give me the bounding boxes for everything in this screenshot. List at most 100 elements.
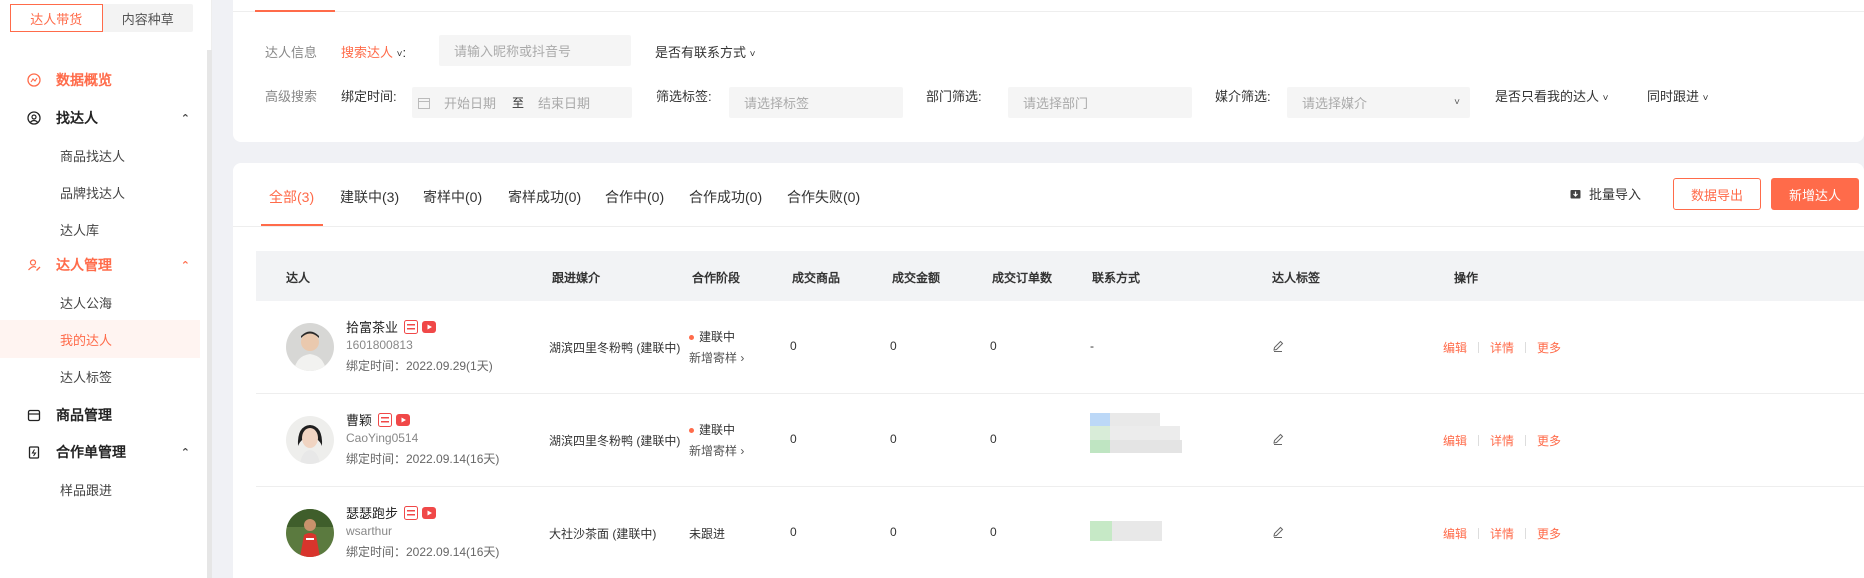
nav-label: 合作单管理	[56, 444, 126, 460]
more-button[interactable]: 更多	[1537, 525, 1561, 542]
nav-creator-management[interactable]: 达人管理 ⌃	[0, 246, 200, 284]
col-tags: 达人标签	[1272, 271, 1321, 285]
divider	[1525, 342, 1527, 353]
bind-time: 绑定时间：2022.09.14(16天)	[346, 545, 500, 559]
follow-media: 湖滨四里冬粉鸭 (建联中)	[549, 434, 681, 448]
media-select[interactable]: 请选择媒介 ˅	[1287, 87, 1470, 118]
tab-sample-success[interactable]: 寄样成功(0)	[508, 187, 581, 207]
nav-order-management[interactable]: 合作单管理 ⌃	[0, 433, 200, 471]
import-icon	[1570, 188, 1581, 199]
stage-label: 建联中	[699, 330, 736, 344]
platform-badge-icon	[378, 412, 393, 427]
media-select-placeholder: 请选择媒介	[1302, 96, 1368, 111]
chevron-down-icon: ˅	[1702, 93, 1709, 104]
platform-badge-icon	[404, 319, 419, 334]
add-sample-link[interactable]: 新增寄样 ›	[689, 349, 744, 366]
range-separator: 至	[512, 96, 525, 110]
tab-contacting[interactable]: 建联中(3)	[340, 187, 399, 207]
tab-all[interactable]: 全部(3)	[269, 187, 314, 207]
edit-button[interactable]: 编辑	[1443, 525, 1467, 542]
more-button[interactable]: 更多	[1537, 339, 1561, 356]
chevron-down-icon: ˅	[1602, 93, 1609, 104]
search-type-dropdown[interactable]: 搜索达人 ˅:	[341, 42, 406, 61]
avatar	[286, 416, 334, 464]
chevron-up-icon: ⌃	[180, 112, 190, 125]
divider	[1478, 435, 1480, 446]
contact-filter-dropdown[interactable]: 是否有联系方式 ˅	[655, 42, 755, 61]
import-label: 批量导入	[1589, 186, 1642, 202]
tab-coop-success[interactable]: 合作成功(0)	[689, 187, 762, 207]
creator-name[interactable]: 瑟瑟跑步	[346, 503, 398, 522]
creator-handle: CaoYing0514	[346, 431, 419, 445]
chevron-up-icon: ⌃	[180, 446, 190, 459]
mine-only-dropdown[interactable]: 是否只看我的达人 ˅	[1495, 86, 1608, 105]
nav-find-creator[interactable]: 找达人 ⌃	[0, 99, 200, 137]
contact-info-redacted	[1090, 413, 1182, 453]
tab-sampling[interactable]: 寄样中(0)	[423, 187, 482, 207]
detail-button[interactable]: 详情	[1490, 525, 1514, 542]
status-dot	[689, 428, 694, 434]
nav-data-overview[interactable]: 数据概览	[0, 61, 200, 99]
chevron-down-icon: ˅	[1454, 97, 1460, 108]
add-sample-link[interactable]: 新增寄样 ›	[689, 442, 744, 459]
deal-goods: 0	[790, 525, 797, 539]
edit-tag-icon[interactable]	[1271, 339, 1285, 353]
contact-filter-label: 是否有联系方式	[655, 45, 747, 60]
stage-label: 未跟进	[689, 527, 726, 541]
creator-search-input[interactable]: 请输入昵称或抖音号	[439, 35, 631, 66]
filter-panel	[233, 0, 1864, 142]
deal-goods: 0	[790, 432, 797, 446]
media-filter-label: 媒介筛选:	[1215, 89, 1271, 104]
row-actions: 编辑 详情 更多	[1443, 525, 1561, 542]
deal-orders: 0	[990, 432, 997, 446]
nav-item-sample-follow[interactable]: 样品跟进	[0, 470, 200, 508]
edit-button[interactable]: 编辑	[1443, 432, 1467, 449]
tab-live-commerce[interactable]: 达人带货	[10, 4, 103, 32]
nav-label: 商品管理	[56, 407, 112, 423]
more-button[interactable]: 更多	[1537, 432, 1561, 449]
nav-item-creator-library[interactable]: 达人库	[0, 210, 200, 248]
tab-cooperating[interactable]: 合作中(0)	[605, 187, 664, 207]
tab-coop-failed[interactable]: 合作失败(0)	[787, 187, 860, 207]
nav-product-management[interactable]: 商品管理	[0, 396, 200, 434]
avatar	[286, 323, 334, 371]
nav-item-brand-find[interactable]: 品牌找达人	[0, 173, 200, 211]
batch-import-button[interactable]: 批量导入	[1570, 177, 1641, 209]
divider	[233, 11, 1864, 12]
sync-follow-dropdown[interactable]: 同时跟进 ˅	[1647, 86, 1708, 105]
tab-content-seeding[interactable]: 内容种草	[103, 4, 194, 32]
creator-name[interactable]: 曹颖	[346, 410, 372, 429]
edit-tag-icon[interactable]	[1271, 432, 1285, 446]
follow-media: 湖滨四里冬粉鸭 (建联中)	[549, 341, 681, 355]
detail-button[interactable]: 详情	[1490, 339, 1514, 356]
nav-item-creator-pool[interactable]: 达人公海	[0, 283, 200, 321]
bind-date-range[interactable]: 开始日期 至 结束日期	[412, 87, 632, 118]
edit-button[interactable]: 编辑	[1443, 339, 1467, 356]
row-actions: 编辑 详情 更多	[1443, 339, 1561, 356]
detail-button[interactable]: 详情	[1490, 432, 1514, 449]
nav-item-product-find[interactable]: 商品找达人	[0, 136, 200, 174]
sidebar-scrollbar[interactable]	[207, 50, 212, 578]
table-header: 达人 跟进媒介 合作阶段 成交商品 成交金额 成交订单数 联系方式 达人标签 操…	[256, 251, 1864, 301]
advanced-search-label: 高级搜索	[265, 89, 318, 104]
deal-orders: 0	[990, 525, 997, 539]
add-creator-button[interactable]: 新增达人	[1771, 178, 1859, 210]
col-actions: 操作	[1454, 271, 1479, 285]
nav-label: 数据概览	[56, 72, 112, 88]
col-media: 跟进媒介	[552, 271, 601, 285]
export-button[interactable]: 数据导出	[1673, 178, 1761, 210]
stage-status: 建联中	[689, 421, 735, 438]
platform-badge-icon	[404, 505, 419, 520]
col-amount: 成交金额	[892, 271, 941, 285]
creator-name[interactable]: 拾富茶业	[346, 317, 398, 336]
nav-item-my-creators[interactable]: 我的达人	[0, 320, 200, 358]
tag-select[interactable]: 请选择标签	[729, 87, 903, 118]
nav-label: 找达人	[56, 110, 98, 126]
dept-select[interactable]: 请选择部门	[1008, 87, 1192, 118]
mine-only-label: 是否只看我的达人	[1495, 89, 1600, 104]
edit-tag-icon[interactable]	[1271, 525, 1285, 539]
nav-item-creator-tags[interactable]: 达人标签	[0, 357, 200, 395]
active-indicator	[255, 10, 335, 12]
stage-status: 建联中	[689, 328, 735, 345]
bind-time: 绑定时间：2022.09.14(16天)	[346, 452, 500, 466]
